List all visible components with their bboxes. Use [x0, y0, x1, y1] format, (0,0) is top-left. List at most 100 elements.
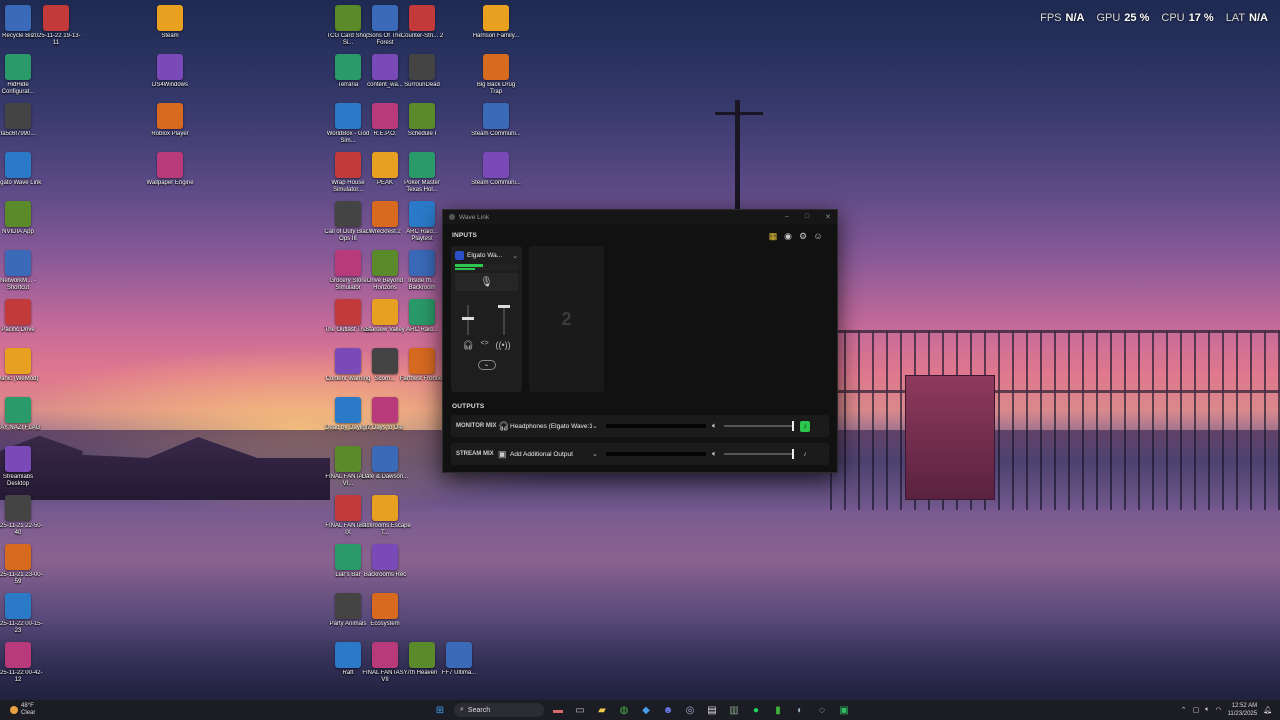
desktop-icon[interactable]: Backrooms Rec — [359, 544, 411, 579]
speaker-mute-icon[interactable]: 🔈︎ — [712, 449, 724, 459]
desktop-icon[interactable]: NetworkM... - Shortcut — [0, 250, 44, 292]
meter-fill-secondary — [455, 268, 475, 270]
desktop-icon[interactable]: Steam — [144, 5, 196, 40]
desktop-icon[interactable]: Backrooms Escape T... — [359, 495, 411, 537]
headphones-monitor-icon[interactable]: ◉ — [783, 231, 793, 241]
chrome-icon[interactable]: ◍ — [616, 702, 632, 718]
spotify-icon[interactable]: ● — [748, 702, 764, 718]
monitor-level-meter — [606, 424, 706, 428]
clock[interactable]: 12:52 AM 11/23/2025 — [1228, 702, 1258, 718]
desktop-icon[interactable]: HidHide Configurat... — [0, 54, 44, 96]
ds4windows-icon[interactable]: ◆ — [638, 702, 654, 718]
terminal-icon[interactable]: ▤ — [704, 702, 720, 718]
desktop-icon[interactable]: Inside th... Backroom — [396, 250, 448, 292]
maximize-icon[interactable]: □ — [805, 213, 809, 221]
desktop-icon[interactable]: 2025-11-22 00-15-23 — [0, 593, 44, 635]
minimize-icon[interactable]: – — [785, 213, 789, 221]
steam-icon[interactable]: ◎ — [682, 702, 698, 718]
desktop-icon[interactable]: fa5c6f7990... — [0, 103, 44, 138]
desktop-icon[interactable]: Wallpaper Engine — [144, 152, 196, 187]
desktop-icon[interactable]: Poker Master Texas Hol... — [396, 152, 448, 194]
desktop-icon[interactable]: FF7 Ultima... — [433, 642, 485, 677]
monitor-output-device[interactable]: Headphones (Elgato Wave:1) — [510, 423, 592, 430]
windows-start-icon[interactable]: ⊞ — [432, 702, 448, 718]
account-icon[interactable]: ☺ — [813, 231, 823, 241]
desktop-icon[interactable]: Ecosystem — [359, 593, 411, 628]
desktop-icon[interactable]: Big Back Drug Trap — [470, 54, 522, 96]
effects-toggle-icon[interactable]: ⌁ — [477, 360, 496, 370]
stream-fader[interactable] — [498, 305, 510, 335]
discord-icon[interactable]: ☻ — [660, 702, 676, 718]
title-bar[interactable]: Wave Link – □ ✕ — [443, 210, 837, 224]
desktop-icon[interactable]: Steam Communi... — [470, 152, 522, 187]
close-icon[interactable]: ✕ — [825, 213, 831, 221]
security-icon[interactable]: ▮ — [770, 702, 786, 718]
desktop-icon[interactable]: Counter-Stri... 2 — [396, 5, 448, 40]
broadcast-icon[interactable]: ((•)) — [495, 340, 510, 351]
monitor-fader-knob[interactable] — [462, 317, 474, 320]
network-icon[interactable]: ◠ — [1215, 706, 1221, 714]
wave-link-taskbar-icon[interactable]: ◌ — [814, 702, 830, 718]
channel-name[interactable]: Elgato Wa... — [467, 252, 509, 259]
desktop-icon[interactable]: 2025-11-22 00-42-12 — [0, 642, 44, 684]
desktop-icon[interactable]: SurrounDead — [396, 54, 448, 89]
volume-icon[interactable]: 🔈︎ — [1205, 706, 1209, 714]
desktop-icon[interactable]: GAY NAZI FLAG — [0, 397, 44, 432]
desktop-icon[interactable]: Steam Communi... — [470, 103, 522, 138]
link-icon[interactable]: <> — [481, 340, 489, 351]
desktop-icon[interactable]: Elgato Wave Link — [0, 152, 44, 187]
ear-monitor-icon[interactable]: ♪ — [800, 449, 810, 460]
game-banner-icon[interactable]: ▬ — [550, 702, 566, 718]
elgato-device-icon — [455, 251, 464, 260]
desktop-icon[interactable]: 2025-11-21 23-00-59 — [0, 544, 44, 586]
chevron-up-icon[interactable]: ⌃ — [1181, 706, 1187, 714]
stream-output-device[interactable]: Add Additional Output — [510, 451, 592, 458]
stream-volume-knob[interactable] — [792, 449, 794, 459]
settings-gear-icon[interactable]: ⚙ — [798, 231, 808, 241]
desktop-icon[interactable]: Pacific Drive — [0, 299, 44, 334]
desktop-icon[interactable]: 7 Days to Die — [359, 397, 411, 432]
streamlabs-icon[interactable]: ▣ — [836, 702, 852, 718]
desktop-icon[interactable]: Dale & Dawson... — [359, 446, 411, 481]
desktop-icon[interactable]: Roblox Player — [144, 103, 196, 138]
notepad-icon[interactable]: ▥ — [726, 702, 742, 718]
speaker-mute-icon[interactable]: 🔈︎ — [712, 421, 724, 431]
chevron-down-icon[interactable]: ⌄ — [512, 252, 518, 260]
desktop-icon[interactable]: Vanic (WeMod) — [0, 348, 44, 383]
weather-widget[interactable]: 48°F Clear — [10, 703, 35, 717]
desktop-icon[interactable]: ARC Raid... — [396, 299, 448, 334]
desktop-icon[interactable]: Schedule I — [396, 103, 448, 138]
desktop-icon[interactable]: NVIDIA App — [0, 201, 44, 236]
desktop-icon[interactable]: Streamlabs Desktop — [0, 446, 44, 488]
weather-icon — [10, 706, 18, 714]
taskbar-search[interactable]: ⌕ Search — [454, 703, 544, 717]
app-icon — [5, 544, 31, 570]
desktop-icon[interactable]: 2025-11-21 22-50-40 — [0, 495, 44, 537]
wave-link-window[interactable]: Wave Link – □ ✕ INPUTS ▦ ◉ ⚙ ☺ Elgato Wa… — [442, 209, 838, 473]
monitor-volume-knob[interactable] — [792, 421, 794, 431]
desktop-icon[interactable]: ARC Raid... Playtest — [396, 201, 448, 243]
stream-fader-knob[interactable] — [498, 305, 510, 308]
file-explorer-icon[interactable]: ▰ — [594, 702, 610, 718]
desktop-icon[interactable]: DS4Windows — [144, 54, 196, 89]
monitor-volume-slider[interactable] — [724, 421, 794, 431]
monitor-fader[interactable] — [462, 305, 474, 335]
desktop-icon[interactable]: Harrison Family... — [470, 5, 522, 40]
desktop-icon[interactable]: Farthest Frontier — [396, 348, 448, 383]
app-icon — [335, 299, 361, 325]
notification-bell-icon[interactable]: 🔔︎ — [1263, 706, 1272, 714]
task-view-icon[interactable]: ▭ — [572, 702, 588, 718]
stream-deck-icon[interactable]: ▦ — [768, 231, 778, 241]
stream-volume-slider[interactable] — [724, 449, 794, 459]
chevron-down-icon[interactable]: ⌄ — [592, 422, 606, 430]
steam-library-icon[interactable]: ◐ — [792, 702, 808, 718]
add-input-slot[interactable]: 2 — [529, 246, 604, 392]
microphone-mute-button[interactable]: 🎙︎ — [455, 273, 518, 291]
ear-monitor-icon[interactable]: ♪ — [800, 420, 810, 432]
app-icon — [5, 642, 31, 668]
chevron-down-icon[interactable]: ⌄ — [592, 450, 606, 458]
input-channel-card[interactable]: Elgato Wa... ⌄ 🎙︎ 🎧︎ <> ((•)) ⌁ — [451, 246, 522, 392]
headphones-icon[interactable]: 🎧︎ — [462, 340, 473, 351]
desktop-icon[interactable]: 2025-11-22 19-13-11 — [30, 5, 82, 47]
notification-icon[interactable]: ▢ — [1193, 706, 1200, 714]
